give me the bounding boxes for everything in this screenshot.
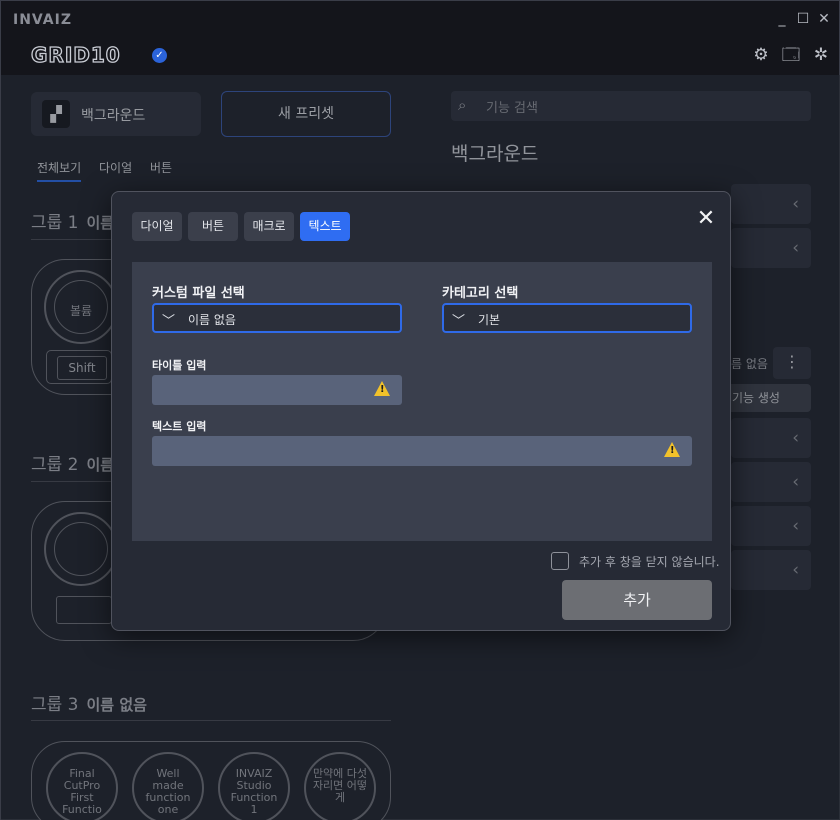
app-logo: GRID10	[30, 42, 121, 67]
text-form-panel: 커스텀 파일 선택 ﹀ 이름 없음 카테고리 선택 ﹀ 기본 타이틀 입력 텍스…	[132, 262, 712, 541]
title-input[interactable]	[152, 375, 402, 405]
title-bar: INVAIZ _ ☐ ✕ GRID10 ✓ ⚙ 🗔 ✲	[1, 1, 839, 75]
custom-file-select[interactable]: ﹀ 이름 없음	[152, 303, 402, 333]
add-text-dialog: 다이얼 버튼 매크로 텍스트 ✕ 커스텀 파일 선택 ﹀ 이름 없음 카테고리 …	[111, 191, 731, 631]
gear-icon[interactable]: ⚙	[751, 45, 771, 65]
warning-icon	[664, 442, 680, 457]
save-icon[interactable]: 🗔	[781, 45, 801, 65]
minimize-icon[interactable]: _	[773, 9, 791, 29]
custom-file-label: 커스텀 파일 선택	[152, 286, 245, 301]
custom-file-value: 이름 없음	[188, 313, 236, 327]
warning-icon	[374, 381, 390, 396]
maximize-icon[interactable]: ☐	[794, 9, 812, 29]
title-input-label: 타이틀 입력	[152, 359, 207, 372]
close-icon[interactable]: ✕	[695, 207, 717, 231]
category-select[interactable]: ﹀ 기본	[442, 303, 692, 333]
keep-open-label: 추가 후 창을 닫지 않습니다.	[579, 555, 720, 569]
tab-button[interactable]: 버튼	[188, 212, 238, 241]
add-button[interactable]: 추가	[562, 580, 712, 620]
chevron-down-icon: ﹀	[452, 314, 466, 329]
chevron-down-icon: ﹀	[162, 314, 176, 329]
settings-icon[interactable]: ✲	[811, 45, 831, 65]
text-input[interactable]	[152, 436, 692, 466]
tab-dial[interactable]: 다이얼	[132, 212, 182, 241]
category-label: 카테고리 선택	[442, 286, 519, 301]
text-input-label: 텍스트 입력	[152, 420, 207, 433]
brand-name: INVAIZ	[13, 12, 73, 28]
verified-icon: ✓	[152, 48, 167, 63]
app-window: INVAIZ _ ☐ ✕ GRID10 ✓ ⚙ 🗔 ✲ ▞ 백그라운드 새 프리…	[0, 0, 840, 820]
close-window-icon[interactable]: ✕	[815, 9, 833, 29]
category-value: 기본	[478, 313, 501, 327]
tab-macro[interactable]: 매크로	[244, 212, 294, 241]
tab-text[interactable]: 텍스트	[300, 212, 350, 241]
keep-open-checkbox[interactable]	[551, 552, 569, 570]
